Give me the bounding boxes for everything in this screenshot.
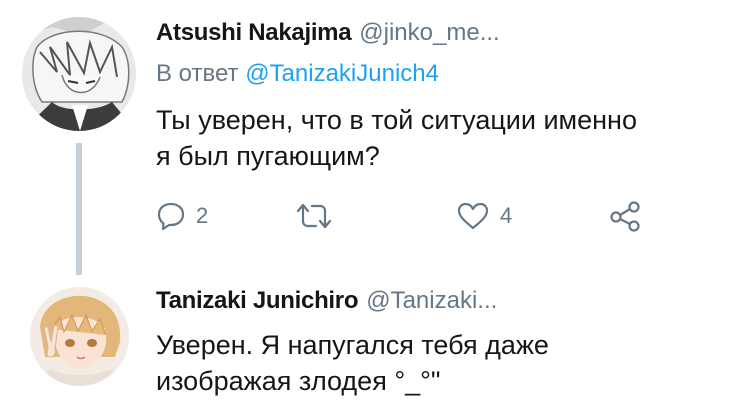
avatar-anime-boy-peace-sign-icon: [30, 287, 129, 386]
tweet-header: Tanizaki Junichiro @Tanizaki...: [156, 286, 497, 316]
display-name[interactable]: Atsushi Nakajima: [156, 19, 352, 46]
tweet-text-line: Ты уверен, что в той ситуации именно: [156, 105, 637, 135]
user-handle[interactable]: @Tanizaki...: [366, 287, 497, 314]
reply-button[interactable]: 2: [156, 196, 208, 236]
tweet-text-line: изображая злодея °_°": [156, 366, 441, 396]
like-count: 4: [500, 203, 513, 228]
reply-prefix: В ответ: [156, 60, 246, 87]
share-button[interactable]: [608, 196, 642, 236]
like-button[interactable]: 4: [456, 196, 512, 236]
tweet-text-line: Уверен. Я напугался тебя даже: [156, 330, 549, 360]
reply-context: В ответ @TanizakiJunich4: [156, 58, 439, 90]
heart-icon: [457, 202, 489, 230]
thread-connector-line: [76, 143, 82, 275]
user-handle[interactable]: @jinko_me...: [359, 19, 499, 46]
reply-count: 2: [196, 203, 209, 228]
display-name[interactable]: Tanizaki Junichiro: [156, 287, 359, 314]
tweet-atsushi[interactable]: Atsushi Nakajima @jinko_me... В ответ @Ta…: [0, 0, 735, 280]
tweet-header: Atsushi Nakajima @jinko_me...: [156, 18, 500, 48]
share-icon: [610, 201, 640, 232]
retweet-button[interactable]: [294, 196, 334, 236]
reply-bubble-icon: [157, 202, 185, 231]
avatar-monochrome-anime-boy-icon: [22, 17, 136, 131]
tweet-text: Уверен. Я напугался тебя даже изображая …: [156, 327, 549, 399]
tweet-text: Ты уверен, что в той ситуации именно я б…: [156, 102, 637, 174]
avatar[interactable]: [22, 17, 136, 131]
retweet-icon: [296, 203, 332, 229]
tweet-actions: 2 4: [156, 196, 676, 236]
tweet-text-line: я был пугающим?: [156, 141, 380, 171]
avatar[interactable]: [30, 287, 129, 386]
reply-mention-link[interactable]: @TanizakiJunich4: [245, 60, 439, 87]
